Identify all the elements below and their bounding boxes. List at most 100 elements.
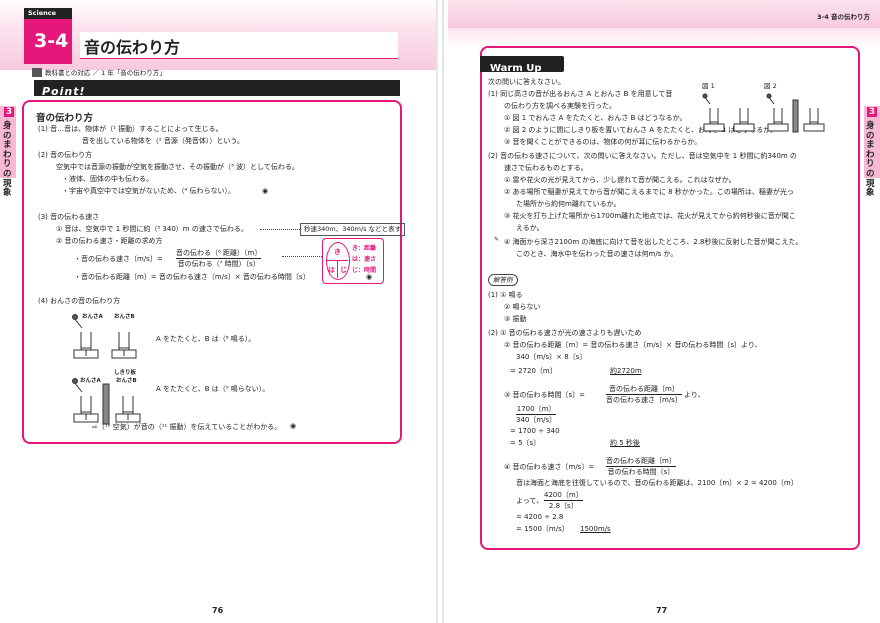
a-line-5: 340〔m/s〕× 8〔s〕 (516, 353, 587, 361)
a-line-0: (1) ① 鳴る (488, 291, 523, 299)
board-label: しきり板 (114, 370, 137, 376)
answer-label: 解答例 (488, 274, 518, 286)
formula-num: 音の伝わる（⁶ 距離）〔m〕 (176, 249, 262, 259)
q-line-7: 速さで伝わるものとする。 (504, 164, 588, 172)
line-6: ・宇宙や真空中では空気がないため、（⁴ 伝わらない）。 (62, 187, 236, 195)
q-line-9: ② ある場所で稲妻が見えてから音が聞こえるまでに 8 秒かかった。この場所は、稲… (504, 188, 794, 196)
section-number: 3-4 (34, 30, 69, 52)
point-bar: Point! (34, 80, 400, 98)
line-3: (2) 音の伝わり方 (38, 151, 93, 159)
line-1: (1) 音…音は、物体が（¹ 振動）することによって生じる。 (38, 125, 223, 133)
right-page: 3-4 音の伝わり方 3 身のまわりの現象 Warm Up 次の問いに答えなさい… (440, 0, 880, 623)
side-tab-text: 身のまわりの現象 (3, 121, 12, 199)
a-line-9: より、 (684, 391, 705, 399)
side-tab-num-right: 3 (867, 107, 877, 117)
line-2: 音を出している物体を（² 音源（発音体））という。 (82, 137, 244, 145)
fork-a-label-1: おんさA (82, 314, 103, 320)
audio-icon-2[interactable]: ◉ (366, 273, 372, 281)
audio-icon-1[interactable]: ◉ (262, 187, 268, 195)
a-line-13: ④ 音の伝わる速さ〔m/s〕= (504, 463, 595, 471)
q-line-2: の伝わり方を調べる実験を行った。 (504, 102, 616, 110)
frac3-num: 音の伝わる距離〔m〕 (606, 384, 682, 395)
kihaji-h: は (328, 266, 335, 274)
right-header-band (448, 0, 880, 28)
frac3-den: 音の伝わる速さ〔m/s〕 (606, 396, 682, 404)
fig1-label: 図 1 (702, 82, 715, 90)
frac3b-num: 1700〔m〕 (516, 405, 557, 415)
a-line-17: = 1500〔m/s〕 (516, 525, 569, 533)
fork-b-label-2: おんさB (116, 378, 137, 384)
kihaji-r3: じ：時間 (352, 267, 377, 274)
q-line-12: えるか。 (516, 224, 544, 232)
line-5: ・液体、固体の中も伝わる。 (62, 175, 153, 183)
page-number-left: 76 (212, 606, 224, 615)
fork-b-label-1: おんさB (114, 314, 135, 320)
q-line-5: ③ 音を聞くことができるのは、物体の何が耳に伝わるからか。 (504, 138, 702, 146)
frac3b: 1700〔m〕 340〔m/s〕 (516, 404, 557, 425)
book-icon (32, 68, 42, 77)
frac4b-den: 2.8〔s〕 (548, 502, 578, 510)
q-line-3: ① 図 1 でおんさ A をたたくと、おんさ B はどうなるか。 (504, 114, 687, 122)
q-line-8: ① 雷や花火の光が見えてから、少し遅れて音が聞こえる。これはなぜか。 (504, 176, 736, 184)
frac4b-num: 4200〔m〕 (544, 491, 583, 501)
a-line-3: (2) ① 音の伝わる速さが光の速さよりも遅いため (488, 329, 642, 337)
audio-icon-3[interactable]: ◉ (290, 422, 296, 430)
fork-a-label-2: おんさA (80, 378, 101, 384)
frac3b-den: 340〔m/s〕 (516, 416, 557, 424)
a-line-10: = 1700 ÷ 340 (510, 427, 560, 435)
kihaji-r2: は：速さ (352, 256, 377, 263)
a-line-15: よって、 (516, 497, 544, 505)
page-title: 音の伝わり方 (84, 38, 181, 57)
formula-fraction: 音の伝わる（⁶ 距離）〔m〕 音の伝わる（⁷ 時間）〔s〕 (176, 248, 262, 269)
a-line-4: ② 音の伝わる距離〔m〕= 音の伝わる速さ〔m/s〕× 音の伝わる時間〔s〕より… (504, 341, 762, 349)
line-4: 空気中では音源の振動が空気を振動させ、その振動が（³ 波）として伝わる。 (56, 163, 299, 171)
fig2-label: 図 2 (764, 82, 777, 90)
q-line-0: 次の問いに答えなさい。 (488, 78, 565, 86)
speed-note: 秒速340m、340m/s などと表す (300, 223, 406, 236)
a-line-8: ③ 音の伝わる時間〔s〕= (504, 391, 586, 399)
line-7: (3) 音の伝わる速さ (38, 213, 100, 221)
formula-lhs: ・音の伝わる速さ〔m/s〕= (74, 255, 163, 263)
a-line-16: = 4200 ÷ 2.8 (516, 513, 564, 521)
box-title: 音の伝わり方 (36, 113, 94, 124)
a-line-11: = 5〔s〕 (510, 439, 541, 447)
line-12: A をたたくと、B は（⁸ 鳴る）。 (156, 335, 256, 343)
fig2-forks (766, 92, 830, 134)
fig1-forks (702, 92, 758, 134)
kihaji-j: じ (340, 266, 347, 274)
a-line-6: = 2720〔m〕 (510, 367, 557, 375)
line-13: A をたたくと、B は（⁹ 鳴らない）。 (156, 385, 270, 393)
frac4-num: 音の伝わる距離〔m〕 (606, 457, 676, 467)
science-tag: Science (28, 9, 57, 17)
running-header: 3-4 音の伝わり方 (816, 13, 870, 21)
left-page: Science 3-4 音の伝わり方 教科書との対応 ／ 1 年「音の伝わり方」… (0, 0, 440, 623)
note-leader (260, 229, 300, 230)
q-line-13: ④ 海面から深さ2100m の海底に向けて音を出したところ、2.8秒後に反射した… (504, 238, 803, 246)
pencil-icon: ✎ (494, 236, 500, 243)
a-line-7: 約2720m (610, 367, 642, 375)
a-line-2: ③ 振動 (504, 315, 527, 323)
frac3: 音の伝わる距離〔m〕 音の伝わる速さ〔m/s〕 (606, 384, 682, 405)
a-line-1: ② 鳴らない (504, 303, 541, 311)
warmup-label: Warm Up (490, 63, 542, 74)
line-11: (4) おんさの音の伝わり方 (38, 297, 121, 305)
frac4-den: 音の伝わる時間〔s〕 (607, 468, 675, 476)
kihaji-vline (337, 260, 338, 278)
kihaji-k: き (334, 248, 341, 256)
a-line-14: 音は海面と海底を往復しているので、音の伝わる距離は、2100〔m〕× 2 = 4… (516, 479, 798, 487)
kihaji-leader (282, 256, 322, 257)
line-9: ② 音の伝わる速さ・距離の求め方 (56, 237, 163, 245)
side-tab-num: 3 (4, 107, 14, 117)
side-tab-text-right: 身のまわりの現象 (866, 121, 875, 199)
page-number-right: 77 (656, 606, 668, 615)
formula-den: 音の伝わる（⁷ 時間）〔s〕 (177, 260, 260, 268)
q-line-14: このとき、海水中を伝わった音の速さは何m/s か。 (516, 250, 678, 258)
frac4: 音の伝わる距離〔m〕 音の伝わる時間〔s〕 (606, 456, 676, 477)
point-label: Point! (42, 85, 86, 98)
kihaji-legend: き：距離 は：速さ じ：時間 (352, 243, 376, 276)
a-line-18: 1500m/s (580, 525, 611, 533)
q-line-11: ③ 花火を打ち上げた場所から1700m離れた地点では、花火が見えてから約何秒後に… (504, 212, 796, 220)
line-14: ⇨（¹⁰ 空気）が音の（¹¹ 振動）を伝えていることがわかる。 (92, 423, 282, 431)
q-line-1: (1) 同じ高さの音が出るおんさ A とおんさ B を用意して音 (488, 90, 673, 98)
q-line-10: た場所から約何m離れているか。 (516, 200, 621, 208)
